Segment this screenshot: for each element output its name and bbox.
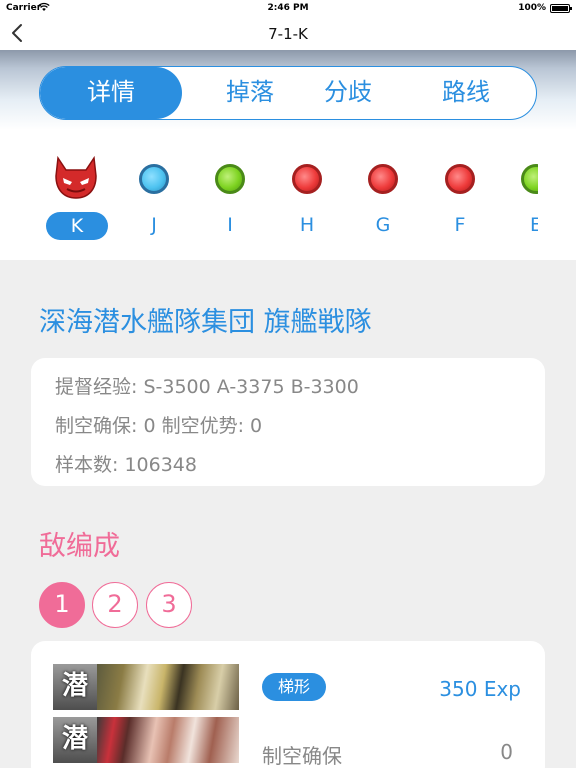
node-label: K (46, 212, 108, 240)
air-control-value: 0 (500, 740, 513, 764)
node-h[interactable]: H (277, 150, 337, 242)
green-dot-icon (215, 164, 245, 194)
node-f[interactable]: F (430, 150, 490, 242)
air-control: 制空确保: 0 制空优势: 0 (55, 415, 263, 437)
submarine-badge: 潜 (53, 717, 97, 763)
node-label: I (227, 214, 233, 236)
air-control-label: 制空确保 (262, 744, 342, 768)
segmented-tabs: 详情 掉落 分歧 路线 (39, 66, 537, 120)
node-label: H (299, 214, 315, 236)
node-strip: K J I H G F E (0, 150, 538, 250)
sample-count: 样本数: 106348 (55, 454, 197, 476)
tab-branches[interactable]: 分歧 (286, 67, 410, 119)
formation-type-badge: 梯形 (262, 673, 327, 701)
node-j[interactable]: J (124, 150, 184, 242)
node-e[interactable]: E (506, 150, 538, 242)
exp-reward: 350 Exp (439, 677, 521, 701)
admiral-exp: 提督经验: S-3500 A-3375 B-3300 (55, 376, 359, 398)
red-dot-icon (292, 164, 322, 194)
red-dot-icon (368, 164, 398, 194)
enemy-fleet-card: 潜 潜 梯形 350 Exp 制空确保 0 (31, 641, 545, 768)
node-k[interactable]: K (46, 150, 108, 242)
ship-art (97, 717, 239, 763)
enemy-ship-banner[interactable]: 潜 (53, 664, 239, 710)
submarine-badge: 潜 (53, 664, 97, 710)
node-label: G (375, 214, 391, 236)
enemy-composition-title: 敌编成 (39, 531, 120, 562)
battery-icon (550, 4, 572, 13)
node-label: E (529, 214, 538, 236)
clock: 2:46 PM (267, 3, 309, 13)
enemy-ship-banner[interactable]: 潜 (53, 717, 239, 763)
formation-2-button[interactable]: 2 (92, 582, 138, 628)
page-title: 7-1-K (268, 25, 308, 43)
node-g[interactable]: G (353, 150, 413, 242)
node-label: F (454, 214, 466, 236)
red-dot-icon (445, 164, 475, 194)
status-bar: Carrier 2:46 PM 100% (0, 0, 576, 16)
node-label: J (151, 214, 157, 236)
node-i[interactable]: I (200, 150, 260, 242)
info-card: 提督经验: S-3500 A-3375 B-3300 制空确保: 0 制空优势:… (31, 358, 545, 486)
formation-1-button[interactable]: 1 (39, 582, 85, 628)
ship-art (97, 664, 239, 710)
tab-routes[interactable]: 路线 (404, 67, 528, 119)
green-dot-icon (521, 164, 538, 194)
fleet-name: 深海潜水艦隊集団 旗艦戦隊 (39, 307, 372, 338)
tab-details[interactable]: 详情 (40, 67, 182, 119)
formation-3-button[interactable]: 3 (146, 582, 192, 628)
battery-percent: 100% (518, 3, 546, 13)
cyan-dot-icon (139, 164, 169, 194)
demon-icon (55, 156, 97, 199)
navigation-bar: 7-1-K (0, 16, 576, 50)
